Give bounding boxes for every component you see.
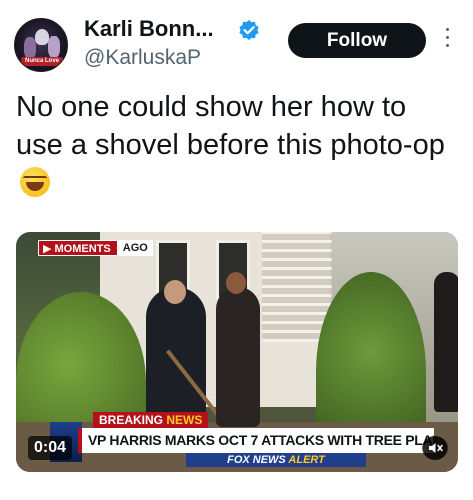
- tweet-header: Nunca Love Karli Bonn... @KarluskaP Foll…: [0, 0, 473, 90]
- breaking-news-label: BREAKING NEWS: [93, 412, 209, 428]
- rolling-on-floor-laughing-emoji-icon: [20, 167, 50, 197]
- scene-person-head: [226, 272, 246, 294]
- user-handle[interactable]: @KarluskaP: [84, 46, 201, 70]
- video-timestamp: 0:04: [28, 436, 73, 460]
- avatar-skull: [35, 29, 49, 45]
- avatar-banner: Nunca Love: [21, 57, 63, 66]
- avatar-figure-left: [24, 37, 36, 59]
- avatar[interactable]: Nunca Love: [14, 18, 68, 72]
- avatar-figure-right: [48, 36, 60, 58]
- mute-icon[interactable]: [422, 436, 448, 460]
- news-headline: VP HARRIS MARKS OCT 7 ATTACKS WITH TREE …: [78, 428, 434, 453]
- moments-tag: ▶ MOMENTS: [38, 240, 118, 256]
- tweet-text: No one could show her how to use a shove…: [16, 88, 456, 202]
- tweet-body: No one could show her how to use a shove…: [16, 91, 445, 161]
- scene-person: [216, 287, 260, 427]
- ago-tag: AGO: [117, 240, 153, 256]
- follow-button[interactable]: Follow: [288, 23, 426, 58]
- video-player[interactable]: ▶ MOMENTS AGO BREAKING NEWS VP HARRIS MA…: [16, 232, 458, 472]
- scene-person-head: [164, 280, 186, 304]
- verified-badge-icon: [239, 20, 259, 40]
- moments-ago-tag: ▶ MOMENTS AGO: [38, 240, 153, 256]
- fox-news-alert-strip: FOX NEWS ALERT: [186, 453, 366, 467]
- more-vertical-icon[interactable]: [442, 28, 452, 52]
- scene-person: [434, 272, 458, 412]
- display-name[interactable]: Karli Bonn...: [84, 16, 214, 42]
